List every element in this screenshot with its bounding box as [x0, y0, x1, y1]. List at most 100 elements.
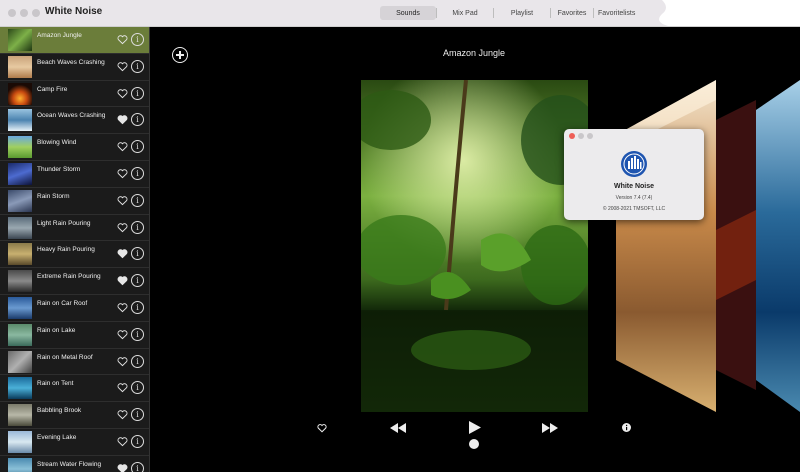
favorite-heart-icon[interactable]: [317, 423, 327, 433]
sound-thumbnail: [8, 270, 32, 293]
sound-thumbnail: [8, 109, 32, 132]
heart-icon[interactable]: [117, 356, 128, 367]
info-icon[interactable]: i: [131, 354, 144, 368]
play-icon[interactable]: [469, 421, 481, 434]
sound-info-icon[interactable]: [622, 423, 631, 432]
title-bar: White Noise Sounds Mix Pad Playlist Favo…: [0, 0, 800, 27]
heart-icon[interactable]: [117, 382, 128, 393]
info-icon[interactable]: i: [131, 33, 144, 46]
about-app-name: White Noise: [613, 183, 655, 190]
tab-sounds[interactable]: Sounds: [380, 6, 436, 20]
heart-icon[interactable]: [117, 114, 128, 125]
tab-mix-pad[interactable]: Mix Pad: [437, 6, 493, 20]
zoom-window-button[interactable]: [32, 9, 40, 17]
about-version: Version 7.4 (7.4): [615, 195, 653, 201]
sound-label: Heavy Rain Pouring: [37, 246, 95, 254]
heart-icon[interactable]: [117, 436, 128, 447]
sound-thumbnail: [8, 323, 32, 346]
info-icon[interactable]: i: [131, 247, 144, 261]
heart-icon[interactable]: [117, 88, 128, 99]
tab-playlist[interactable]: Playlist: [494, 6, 550, 20]
sound-label: Beach Waves Crashing: [37, 58, 105, 66]
sound-label: Amazon Jungle: [37, 32, 82, 39]
sound-thumbnail: [8, 243, 32, 266]
list-item[interactable]: Rain Storm i: [0, 188, 149, 215]
info-icon[interactable]: i: [131, 327, 144, 341]
info-icon[interactable]: i: [131, 140, 144, 154]
list-item[interactable]: Ocean Waves Crashing i: [0, 107, 149, 135]
list-item[interactable]: Rain on Car Roof i: [0, 295, 149, 322]
heart-icon[interactable]: [117, 248, 128, 259]
sound-thumbnail: [8, 162, 32, 185]
next-sound-card[interactable]: [716, 80, 756, 412]
next-sound-card[interactable]: [756, 80, 800, 412]
list-item[interactable]: Amazon Jungle i: [0, 27, 149, 54]
playback-controls: [160, 420, 800, 460]
sound-thumbnail: [8, 377, 32, 400]
info-icon[interactable]: i: [131, 220, 144, 234]
list-item[interactable]: Thunder Storm i: [0, 161, 149, 188]
heart-icon[interactable]: [117, 141, 128, 152]
minimize-window-button[interactable]: [20, 9, 28, 17]
info-icon[interactable]: i: [131, 166, 144, 180]
info-icon[interactable]: i: [131, 461, 144, 472]
heart-icon[interactable]: [117, 409, 128, 420]
sound-label: Rain Storm: [37, 192, 70, 200]
info-icon[interactable]: i: [131, 381, 144, 395]
info-icon[interactable]: i: [131, 434, 144, 448]
list-item[interactable]: Stream Water Flowing i: [0, 456, 149, 472]
info-icon[interactable]: i: [131, 408, 144, 422]
volume-slider-knob[interactable]: [469, 439, 479, 449]
rewind-icon[interactable]: [390, 423, 406, 433]
list-item[interactable]: Rain on Tent i: [0, 375, 149, 403]
list-item[interactable]: Babbling Brook i: [0, 402, 149, 429]
close-dialog-button[interactable]: [569, 133, 575, 139]
sound-label: Evening Lake: [37, 433, 77, 441]
info-icon[interactable]: i: [131, 193, 144, 207]
heart-icon[interactable]: [117, 168, 128, 179]
heart-icon[interactable]: [117, 222, 128, 233]
add-sound-button[interactable]: [172, 47, 188, 63]
list-item[interactable]: Blowing Wind i: [0, 134, 149, 161]
sound-thumbnail: [8, 430, 32, 453]
about-dialog: White Noise Version 7.4 (7.4) © 2008-202…: [564, 129, 704, 220]
tab-favorites[interactable]: Favorites: [551, 6, 593, 20]
info-icon[interactable]: i: [131, 113, 144, 127]
list-item[interactable]: Beach Waves Crashing i: [0, 54, 149, 81]
sound-thumbnail: [8, 457, 32, 472]
fast-forward-icon[interactable]: [542, 423, 558, 433]
app-logo-icon: [621, 151, 647, 177]
torn-edge-decoration: [632, 0, 800, 26]
sound-thumbnail: [8, 29, 32, 51]
sound-label: Babbling Brook: [37, 407, 82, 415]
list-item[interactable]: Heavy Rain Pouring i: [0, 241, 149, 269]
heart-icon[interactable]: [117, 463, 128, 472]
list-item[interactable]: Camp Fire i: [0, 81, 149, 108]
sound-thumbnail: [8, 350, 32, 373]
heart-icon[interactable]: [117, 329, 128, 340]
sound-list[interactable]: Amazon Jungle i Beach Waves Crashing i C…: [0, 27, 150, 472]
sound-label: Blowing Wind: [37, 139, 77, 147]
info-icon[interactable]: i: [131, 300, 144, 314]
heart-icon[interactable]: [117, 275, 128, 286]
sound-label: Thunder Storm: [37, 165, 81, 173]
sound-label: Stream Water Flowing: [37, 460, 102, 468]
about-copyright: © 2008-2021 TMSOFT, LLC: [602, 206, 666, 212]
list-item[interactable]: Evening Lake i: [0, 429, 149, 456]
sound-artwork[interactable]: [361, 80, 588, 412]
list-item[interactable]: Rain on Metal Roof i: [0, 349, 149, 376]
sound-label: Rain on Metal Roof: [37, 353, 93, 361]
info-icon[interactable]: i: [131, 274, 144, 288]
info-icon[interactable]: i: [131, 86, 144, 100]
list-item[interactable]: Rain on Lake i: [0, 322, 149, 349]
window-title: White Noise: [45, 6, 103, 17]
info-icon[interactable]: i: [131, 59, 144, 73]
close-window-button[interactable]: [8, 9, 16, 17]
heart-icon[interactable]: [117, 34, 128, 45]
sound-thumbnail: [8, 82, 32, 105]
list-item[interactable]: Extreme Rain Pouring i: [0, 268, 149, 295]
heart-icon[interactable]: [117, 195, 128, 206]
heart-icon[interactable]: [117, 61, 128, 72]
list-item[interactable]: Light Rain Pouring i: [0, 215, 149, 242]
heart-icon[interactable]: [117, 302, 128, 313]
